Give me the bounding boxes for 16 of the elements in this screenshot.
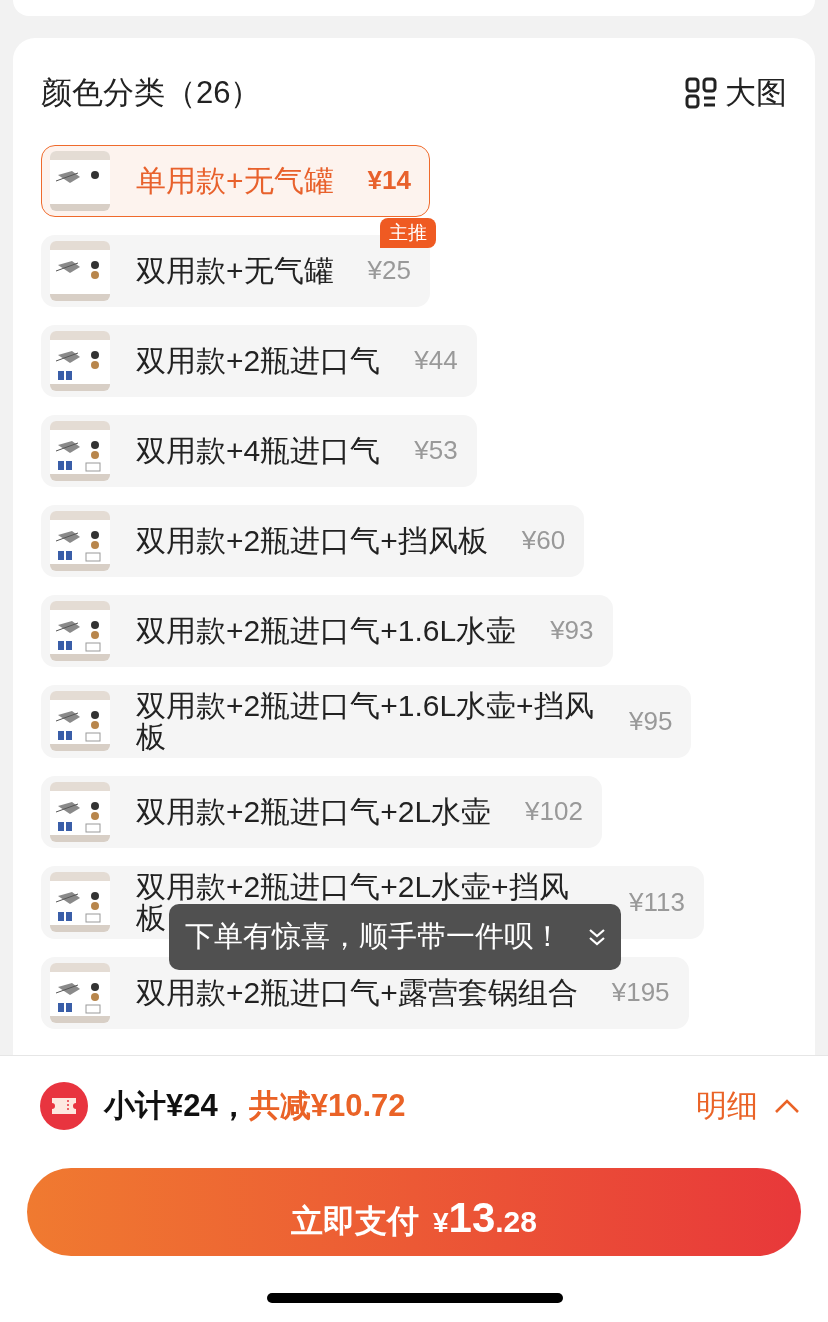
option-chip[interactable]: 双用款+4瓶进口气 ¥53 [41,414,477,487]
recommend-badge: 主推 [379,217,436,248]
option-chip[interactable]: 双用款+2瓶进口气+1.6L水壶+挡风板 ¥95 [41,684,692,758]
coupon-icon [40,1082,88,1130]
subtotal-text: 小计¥24， [104,1086,249,1125]
pay-button[interactable]: 立即支付 ¥13.28 [27,1168,801,1256]
option-chip[interactable]: 双用款+2瓶进口气 ¥44 [41,324,477,397]
discount-text: 共减¥10.72 [248,1086,406,1125]
large-view-toggle[interactable]: 大图 [685,70,787,117]
caret-up-icon [774,1098,800,1114]
option-chip[interactable]: 双用款+2瓶进口气+挡风板 ¥60 [41,504,585,577]
double-chevron-down-icon[interactable] [587,926,606,947]
section-title: 颜色分类（26） [41,74,262,112]
option-chip[interactable]: 双用款+2瓶进口气+1.6L水壶 ¥93 [41,594,613,667]
grid-icon [685,77,717,110]
option-chip[interactable]: 双用款+2瓶进口气+2L水壶 ¥102 [41,775,602,848]
